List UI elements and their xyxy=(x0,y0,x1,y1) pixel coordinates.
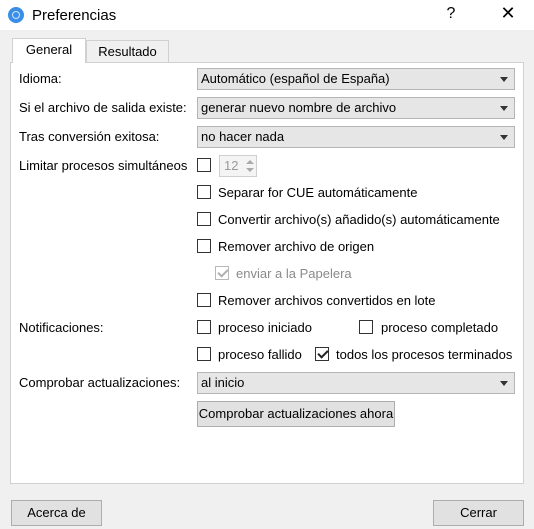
title-bar: Preferencias ? ✕ xyxy=(0,0,534,30)
cerrar-button[interactable]: Cerrar xyxy=(433,500,524,526)
help-button[interactable]: ? xyxy=(443,5,459,23)
enviar-papelera-label: enviar a la Papelera xyxy=(236,266,352,281)
salida-dropdown[interactable]: generar nuevo nombre de archivo xyxy=(197,97,515,119)
proceso-fallido-checkbox[interactable] xyxy=(197,347,211,361)
limitar-value: 12 xyxy=(224,158,239,173)
chevron-down-icon xyxy=(500,106,508,111)
convertir-auto-checkbox[interactable] xyxy=(197,212,211,226)
close-window-button[interactable]: ✕ xyxy=(498,3,518,24)
salida-value: generar nuevo nombre de archivo xyxy=(201,100,397,115)
limitar-spinbox[interactable]: 12 xyxy=(219,155,257,177)
proceso-completado-checkbox[interactable] xyxy=(359,320,373,334)
actualizaciones-dropdown[interactable]: al inicio xyxy=(197,372,515,394)
chevron-down-icon xyxy=(500,135,508,140)
spin-up-icon[interactable] xyxy=(246,160,254,164)
convertir-auto-label: Convertir archivo(s) añadido(s) automáti… xyxy=(218,212,500,227)
remover-lote-checkbox[interactable] xyxy=(197,293,211,307)
acerca-de-button[interactable]: Acerca de xyxy=(11,500,102,526)
actualizaciones-label: Comprobar actualizaciones: xyxy=(19,375,181,390)
tras-dropdown[interactable]: no hacer nada xyxy=(197,126,515,148)
window-title: Preferencias xyxy=(32,7,117,24)
notificaciones-label: Notificaciones: xyxy=(19,320,104,335)
tras-label: Tras conversión exitosa: xyxy=(19,129,160,144)
idioma-value: Automático (español de España) xyxy=(201,71,390,86)
proceso-fallido-label: proceso fallido xyxy=(218,347,302,362)
tab-resultado[interactable]: Resultado xyxy=(86,40,169,62)
proceso-iniciado-checkbox[interactable] xyxy=(197,320,211,334)
salida-label: Si el archivo de salida existe: xyxy=(19,100,187,115)
proceso-completado-label: proceso completado xyxy=(381,320,499,335)
remover-origen-label: Remover archivo de origen xyxy=(218,239,375,254)
tab-general[interactable]: General xyxy=(12,38,86,63)
todos-terminados-label: todos los procesos terminados xyxy=(336,347,513,362)
todos-terminados-checkbox[interactable] xyxy=(315,347,329,361)
app-logo-icon xyxy=(8,7,24,23)
comprobar-ahora-button[interactable]: Comprobar actualizaciones ahora xyxy=(197,401,395,427)
remover-origen-checkbox[interactable] xyxy=(197,239,211,253)
idioma-label: Idioma: xyxy=(19,71,62,86)
spin-down-icon[interactable] xyxy=(246,168,254,172)
limitar-label: Limitar procesos simultáneos xyxy=(19,158,188,173)
limitar-checkbox[interactable] xyxy=(197,158,211,172)
separar-cue-label: Separar for CUE automáticamente xyxy=(218,185,418,200)
tras-value: no hacer nada xyxy=(201,129,285,144)
idioma-dropdown[interactable]: Automático (español de España) xyxy=(197,68,515,90)
proceso-iniciado-label: proceso iniciado xyxy=(218,320,312,335)
remover-lote-label: Remover archivos convertidos en lote xyxy=(218,293,436,308)
separar-cue-checkbox[interactable] xyxy=(197,185,211,199)
chevron-down-icon xyxy=(500,77,508,82)
chevron-down-icon xyxy=(500,381,508,386)
enviar-papelera-checkbox[interactable] xyxy=(215,266,229,280)
actualizaciones-value: al inicio xyxy=(201,375,245,390)
